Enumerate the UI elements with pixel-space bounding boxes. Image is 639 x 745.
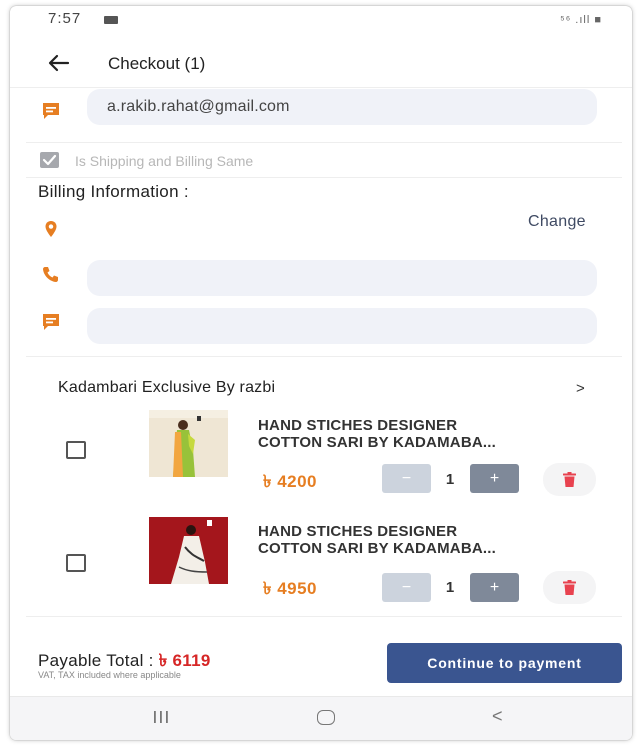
product-name-line2: COTTON SARI BY KADAMABA... xyxy=(258,434,496,451)
remove-item-button[interactable] xyxy=(543,463,596,496)
product-price: ৳ 4950 xyxy=(263,579,318,598)
cart-item: HAND STICHES DESIGNER COTTON SARI BY KAD… xyxy=(10,512,632,622)
location-pin-icon xyxy=(40,218,62,240)
quantity-value: 1 xyxy=(445,471,455,488)
chevron-right-icon[interactable]: > xyxy=(576,380,585,397)
trash-icon xyxy=(563,580,576,595)
status-bar: 7:57 ⁵⁶ .ıll ■ xyxy=(10,6,632,38)
product-image[interactable] xyxy=(149,517,228,584)
system-navigation-bar: < xyxy=(10,696,632,740)
product-name-line1: HAND STICHES DESIGNER xyxy=(258,523,458,540)
trash-icon xyxy=(563,472,576,487)
divider xyxy=(26,142,622,143)
product-image[interactable] xyxy=(149,410,228,477)
phone-screen: 7:57 ⁵⁶ .ıll ■ Checkout (1) a.rakib.raha… xyxy=(10,6,632,740)
message-icon xyxy=(40,311,62,333)
payable-total-amount: ৳ 6119 xyxy=(158,651,211,670)
change-address-link[interactable]: Change xyxy=(528,213,586,231)
quantity-decrease-button[interactable]: − xyxy=(382,573,431,602)
billing-section-title: Billing Information : xyxy=(38,182,189,201)
note-field[interactable] xyxy=(87,308,597,344)
remove-item-button[interactable] xyxy=(543,571,596,604)
back-nav-icon[interactable]: < xyxy=(492,706,503,727)
quantity-decrease-button[interactable]: − xyxy=(382,464,431,493)
app-header: Checkout (1) xyxy=(10,42,632,88)
payable-total-label: Payable Total : xyxy=(38,651,159,670)
checkbox-checked-icon[interactable] xyxy=(40,152,59,168)
item-select-checkbox[interactable] xyxy=(66,441,86,459)
continue-to-payment-button[interactable]: Continue to payment xyxy=(387,643,622,683)
quantity-increase-button[interactable]: + xyxy=(470,573,519,602)
product-name-line1: HAND STICHES DESIGNER xyxy=(258,417,458,434)
divider xyxy=(26,177,622,178)
email-field[interactable]: a.rakib.rahat@gmail.com xyxy=(87,89,597,125)
arrow-left-icon[interactable] xyxy=(44,48,74,78)
quantity-increase-button[interactable]: + xyxy=(470,464,519,493)
message-icon xyxy=(40,100,62,122)
signal-battery-indicator: ⁵⁶ .ıll ■ xyxy=(560,14,602,26)
email-value: a.rakib.rahat@gmail.com xyxy=(107,98,290,115)
phone-field[interactable] xyxy=(87,260,597,296)
product-name-line2: COTTON SARI BY KADAMABA... xyxy=(258,540,496,557)
shipping-billing-same-label: Is Shipping and Billing Same xyxy=(75,153,254,169)
gallery-notification-icon xyxy=(104,16,118,24)
page-title: Checkout (1) xyxy=(108,54,206,73)
home-icon[interactable] xyxy=(317,710,335,725)
shop-name[interactable]: Kadambari Exclusive By razbi xyxy=(58,379,275,397)
item-select-checkbox[interactable] xyxy=(66,554,86,572)
recent-apps-icon[interactable] xyxy=(153,709,169,725)
quantity-value: 1 xyxy=(445,579,455,596)
divider xyxy=(26,356,622,357)
vat-note: VAT, TAX included where applicable xyxy=(38,670,181,680)
divider xyxy=(26,616,622,617)
phone-icon xyxy=(40,263,62,285)
status-time: 7:57 xyxy=(48,10,82,27)
cart-item: HAND STICHES DESIGNER COTTON SARI BY KAD… xyxy=(10,406,632,516)
product-price: ৳ 4200 xyxy=(263,472,318,491)
